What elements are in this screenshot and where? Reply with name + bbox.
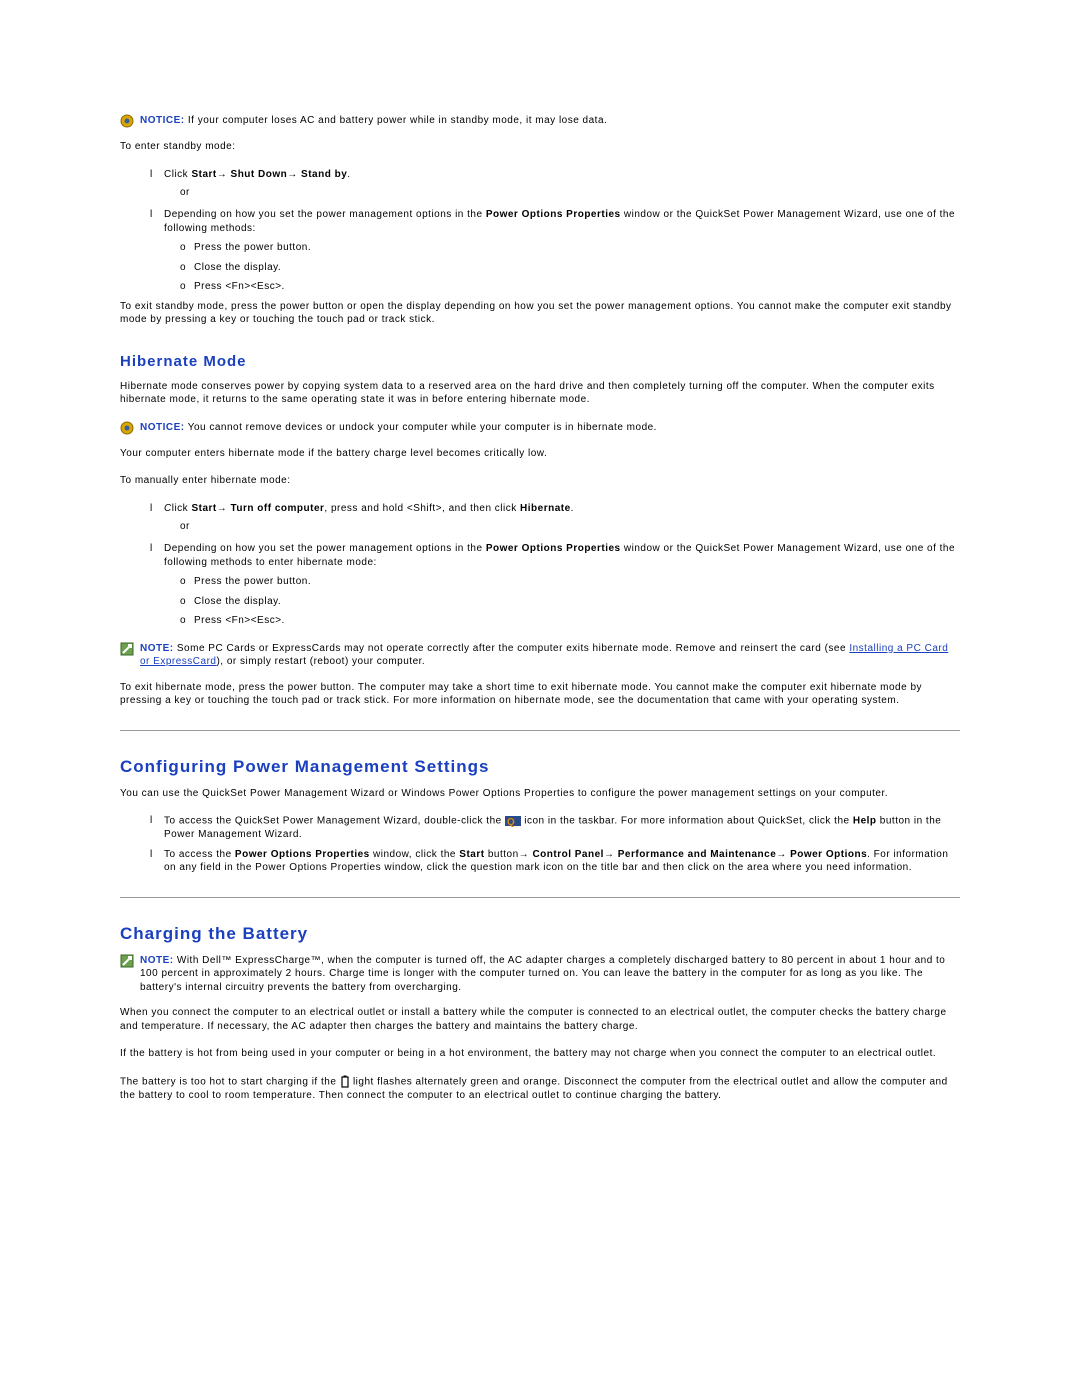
hibernate-p3: To manually enter hibernate mode: <box>120 474 960 488</box>
note-icon <box>120 642 134 656</box>
document-page: NOTICE: If your computer loses AC and ba… <box>0 0 1080 1176</box>
notice-text: NOTICE: If your computer loses AC and ba… <box>140 114 607 128</box>
charging-p2: If the battery is hot from being used in… <box>120 1047 960 1061</box>
bullet-l: l <box>150 502 164 516</box>
bullet-l: l <box>150 168 164 182</box>
list-item: l To access the QuickSet Power Managemen… <box>150 814 960 842</box>
standby-step-click-start: Click Start→ Shut Down→ Stand by. <box>164 168 960 182</box>
list-item: o Press <Fn><Esc>. <box>180 280 960 294</box>
bullet-o: o <box>180 595 194 609</box>
list-item: o Press the power button. <box>180 575 960 589</box>
battery-indicator-icon <box>340 1075 350 1089</box>
bullet-o: o <box>180 261 194 275</box>
note-label: NOTE: <box>140 955 174 966</box>
heading-charging: Charging the Battery <box>120 924 960 944</box>
note-expresscharge: NOTE: With Dell™ ExpressCharge™, when th… <box>120 954 960 995</box>
notice-text: NOTICE: You cannot remove devices or und… <box>140 421 657 435</box>
list-item: o Press <Fn><Esc>. <box>180 614 960 628</box>
section-divider <box>120 730 960 731</box>
svg-text:Q: Q <box>507 817 515 828</box>
hibernate-p2: Your computer enters hibernate mode if t… <box>120 447 960 461</box>
config-p1: You can use the QuickSet Power Managemen… <box>120 787 960 801</box>
bullet-l: l <box>150 848 164 862</box>
hibernate-sub-closedisplay: Close the display. <box>194 595 960 609</box>
or-separator: or <box>180 187 960 198</box>
notice-label: NOTICE: <box>140 115 185 126</box>
section-divider <box>120 897 960 898</box>
note-label: NOTE: <box>140 643 174 654</box>
bullet-o: o <box>180 575 194 589</box>
charging-p1: When you connect the computer to an elec… <box>120 1006 960 1033</box>
list-item: l Depending on how you set the power man… <box>150 542 960 569</box>
bullet-o: o <box>180 241 194 255</box>
bullet-o: o <box>180 614 194 628</box>
hibernate-exit: To exit hibernate mode, press the power … <box>120 681 960 708</box>
heading-config-power: Configuring Power Management Settings <box>120 757 960 777</box>
hibernate-p1: Hibernate mode conserves power by copyin… <box>120 380 960 407</box>
bullet-l: l <box>150 542 164 556</box>
standby-sub-fnesc: Press <Fn><Esc>. <box>194 280 960 294</box>
hibernate-step-depending: Depending on how you set the power manag… <box>164 542 960 569</box>
hibernate-sub-powerbutton: Press the power button. <box>194 575 960 589</box>
bullet-o: o <box>180 280 194 294</box>
hibernate-step-click-start: Click Start→ Turn off computer, press an… <box>164 502 960 516</box>
standby-exit: To exit standby mode, press the power bu… <box>120 300 960 327</box>
notice-icon <box>120 114 134 128</box>
notice-hibernate-undock: NOTICE: You cannot remove devices or und… <box>120 421 960 435</box>
list-item: o Close the display. <box>180 261 960 275</box>
list-item: o Press the power button. <box>180 241 960 255</box>
bullet-l: l <box>150 814 164 828</box>
notice-icon <box>120 421 134 435</box>
note-text: NOTE: Some PC Cards or ExpressCards may … <box>140 642 960 669</box>
heading-hibernate: Hibernate Mode <box>120 353 960 370</box>
notice-label: NOTICE: <box>140 422 185 433</box>
config-item-quickset: To access the QuickSet Power Management … <box>164 814 960 842</box>
notice-standby-dataloss: NOTICE: If your computer loses AC and ba… <box>120 114 960 128</box>
note-hibernate-pccards: NOTE: Some PC Cards or ExpressCards may … <box>120 642 960 669</box>
bullet-l: l <box>150 208 164 222</box>
standby-step-depending: Depending on how you set the power manag… <box>164 208 960 235</box>
hibernate-sub-fnesc: Press <Fn><Esc>. <box>194 614 960 628</box>
standby-sub-closedisplay: Close the display. <box>194 261 960 275</box>
list-item: l To access the Power Options Properties… <box>150 848 960 875</box>
charging-p3: The battery is too hot to start charging… <box>120 1075 960 1103</box>
or-separator: or <box>180 521 960 532</box>
note-text: NOTE: With Dell™ ExpressCharge™, when th… <box>140 954 960 995</box>
standby-sub-powerbutton: Press the power button. <box>194 241 960 255</box>
list-item: l Depending on how you set the power man… <box>150 208 960 235</box>
note-icon <box>120 954 134 968</box>
list-item: o Close the display. <box>180 595 960 609</box>
quickset-taskbar-icon: Q <box>505 814 521 828</box>
standby-intro: To enter standby mode: <box>120 140 960 154</box>
config-item-poweroptions: To access the Power Options Properties w… <box>164 848 960 875</box>
list-item: l Click Start→ Shut Down→ Stand by. <box>150 168 960 182</box>
list-item: l Click Start→ Turn off computer, press … <box>150 502 960 516</box>
